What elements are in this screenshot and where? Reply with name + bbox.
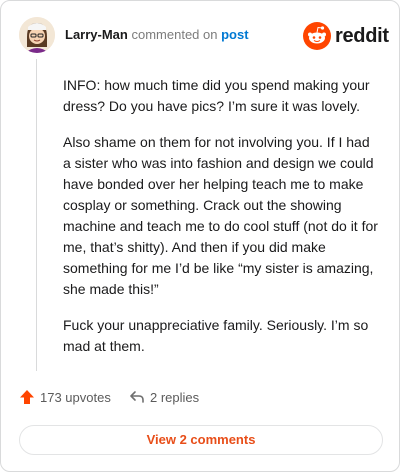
- upvote-button[interactable]: 173 upvotes: [19, 389, 111, 405]
- username-link[interactable]: Larry-Man: [65, 27, 128, 42]
- upvote-count: 173 upvotes: [40, 389, 111, 405]
- reply-arrow-icon: [130, 391, 144, 403]
- comment-paragraph: Fuck your unappreciative family. Serious…: [63, 317, 369, 354]
- reddit-logo[interactable]: reddit: [303, 21, 389, 51]
- avatar[interactable]: [19, 17, 55, 53]
- comment-paragraph: Also shame on them for not involving you…: [63, 134, 378, 297]
- reply-count: 2 replies: [150, 389, 200, 405]
- avatar-image: [19, 17, 55, 53]
- byline: Larry-Man commented on post: [65, 27, 249, 42]
- thread-line: [36, 59, 37, 371]
- comment-body: INFO: how much time did you spend making…: [63, 75, 381, 372]
- upvote-arrow-icon: [20, 390, 34, 404]
- comment-paragraph: INFO: how much time did you spend making…: [63, 77, 370, 114]
- comment-card: Larry-Man commented on post reddit INFO:…: [0, 0, 400, 472]
- replies-button[interactable]: 2 replies: [129, 389, 199, 405]
- reddit-snoo-icon: [303, 22, 331, 50]
- reddit-wordmark: reddit: [335, 25, 389, 47]
- action-text: commented on: [131, 27, 218, 42]
- post-link[interactable]: post: [221, 27, 248, 42]
- comment-header: Larry-Man commented on post reddit: [19, 17, 389, 53]
- view-comments-button[interactable]: View 2 comments: [19, 425, 383, 455]
